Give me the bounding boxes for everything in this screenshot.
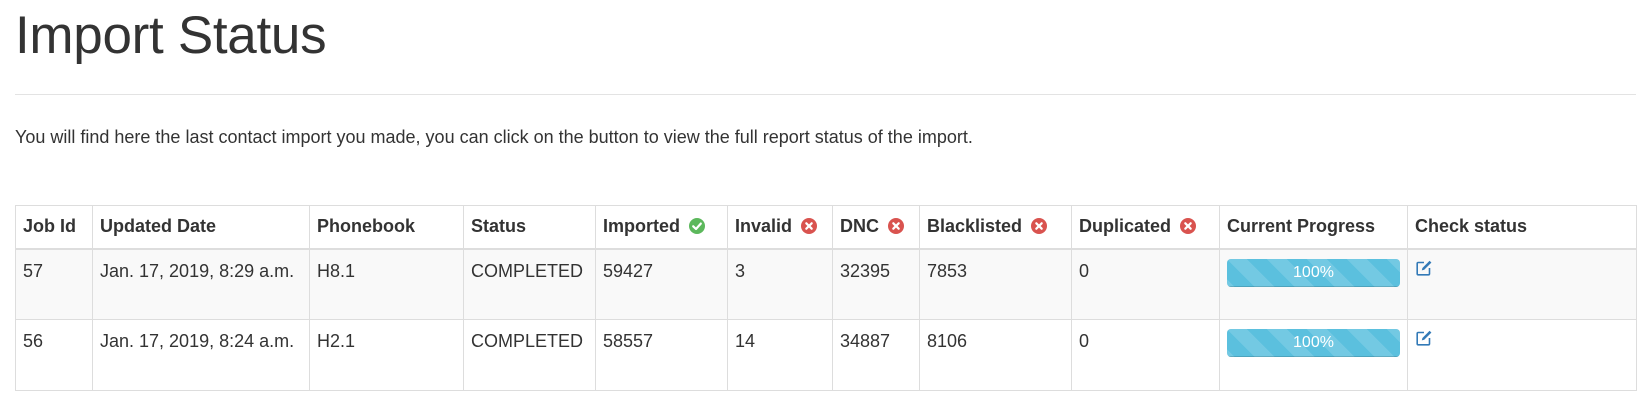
header-invalid: Invalid xyxy=(727,205,833,250)
cell-duplicated: 0 xyxy=(1071,319,1220,391)
progress-bar-fill: 100% xyxy=(1227,329,1400,357)
cell-dnc: 34887 xyxy=(832,319,920,391)
cell-updated-date: Jan. 17, 2019, 8:24 a.m. xyxy=(92,319,310,391)
page-title: Import Status xyxy=(15,6,327,65)
cell-phonebook: H8.1 xyxy=(309,248,464,320)
header-status-label: Status xyxy=(471,216,527,237)
progress-bar-track: 100% xyxy=(1227,329,1400,357)
header-job-id: Job Id xyxy=(15,205,93,250)
header-blacklisted-label: Blacklisted xyxy=(927,216,1023,237)
cell-job-id: 56 xyxy=(15,319,93,391)
table-row: 57 Jan. 17, 2019, 8:29 a.m. H8.1 COMPLET… xyxy=(15,248,1637,320)
header-check-status-label: Check status xyxy=(1415,216,1528,237)
header-status: Status xyxy=(463,205,596,250)
times-circle-icon xyxy=(1031,218,1048,235)
cell-current-progress: 100% xyxy=(1219,248,1408,320)
cell-status: COMPLETED xyxy=(463,248,596,320)
cell-check-status xyxy=(1407,248,1637,320)
edit-icon xyxy=(1416,330,1432,346)
cell-phonebook: H2.1 xyxy=(309,319,464,391)
header-dnc: DNC xyxy=(832,205,920,250)
cell-duplicated: 0 xyxy=(1071,248,1220,320)
cell-imported: 58557 xyxy=(595,319,728,391)
header-imported-label: Imported xyxy=(603,216,681,237)
cell-blacklisted: 7853 xyxy=(919,248,1072,320)
edit-icon xyxy=(1416,260,1432,276)
cell-current-progress: 100% xyxy=(1219,319,1408,391)
times-circle-icon xyxy=(1180,218,1197,235)
times-circle-icon xyxy=(801,218,818,235)
header-duplicated-label: Duplicated xyxy=(1079,216,1172,237)
check-status-button[interactable] xyxy=(1415,329,1433,347)
cell-status: COMPLETED xyxy=(463,319,596,391)
header-check-status: Check status xyxy=(1407,205,1637,250)
header-updated-date-label: Updated Date xyxy=(100,216,217,237)
header-updated-date: Updated Date xyxy=(92,205,310,250)
header-phonebook-label: Phonebook xyxy=(317,216,415,237)
header-duplicated: Duplicated xyxy=(1071,205,1220,250)
table-header-row: Job Id Updated Date Phonebook Status Imp… xyxy=(15,205,1637,250)
progress-bar-fill: 100% xyxy=(1227,258,1400,287)
header-dnc-label: DNC xyxy=(840,216,879,237)
check-circle-icon xyxy=(689,218,706,235)
cell-invalid: 3 xyxy=(727,248,833,320)
header-current-progress-label: Current Progress xyxy=(1227,216,1376,237)
import-status-page: Import Status You will find here the las… xyxy=(0,0,1651,414)
cell-imported: 59427 xyxy=(595,248,728,320)
times-circle-icon xyxy=(888,218,905,235)
table-row: 56 Jan. 17, 2019, 8:24 a.m. H2.1 COMPLET… xyxy=(15,319,1637,391)
cell-invalid: 14 xyxy=(727,319,833,391)
check-status-button[interactable] xyxy=(1415,259,1433,277)
intro-text: You will find here the last contact impo… xyxy=(15,127,973,147)
header-imported: Imported xyxy=(595,205,728,250)
header-job-id-label: Job Id xyxy=(23,216,76,237)
cell-check-status xyxy=(1407,319,1637,391)
cell-job-id: 57 xyxy=(15,248,93,320)
title-divider xyxy=(15,94,1636,95)
header-invalid-label: Invalid xyxy=(735,216,793,237)
cell-blacklisted: 8106 xyxy=(919,319,1072,391)
header-phonebook: Phonebook xyxy=(309,205,464,250)
import-status-table: Job Id Updated Date Phonebook Status Imp… xyxy=(15,205,1637,391)
progress-bar-track: 100% xyxy=(1227,258,1400,287)
cell-updated-date: Jan. 17, 2019, 8:29 a.m. xyxy=(92,248,310,320)
header-current-progress: Current Progress xyxy=(1219,205,1408,250)
cell-dnc: 32395 xyxy=(832,248,920,320)
header-blacklisted: Blacklisted xyxy=(919,205,1072,250)
